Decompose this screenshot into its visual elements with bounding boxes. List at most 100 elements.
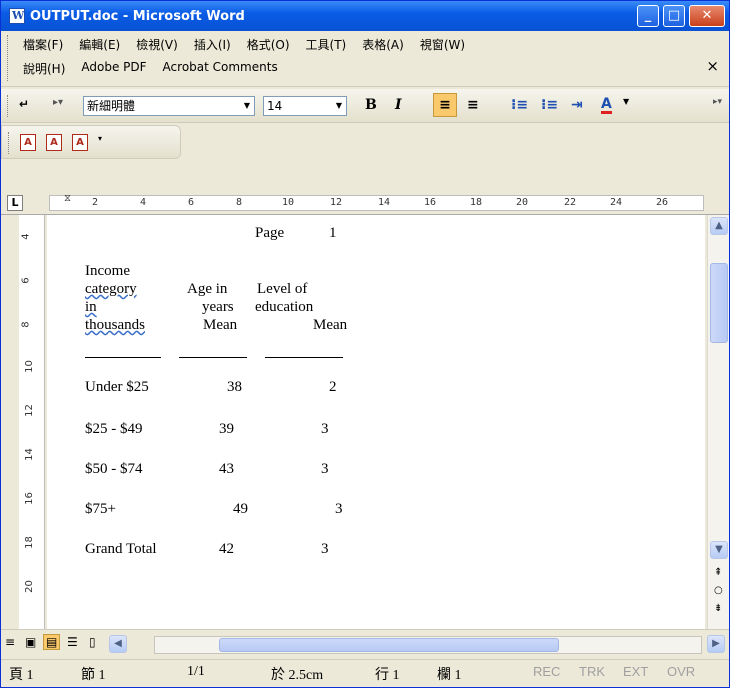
horizontal-scrollbar[interactable] xyxy=(154,636,702,654)
row-edu-mean: 2 xyxy=(329,379,337,395)
ruler-tick: 8 xyxy=(236,197,243,208)
font-size-select[interactable]: 14 ▼ xyxy=(263,96,347,116)
menu-edit[interactable]: 編輯(E) xyxy=(79,36,120,53)
view-bar: ≡ ▣ ▤ ☰ ▯ ◀ ▶ xyxy=(1,629,729,657)
toolbar-grip[interactable] xyxy=(7,95,10,117)
pdf-toolbar: A A A ▾ xyxy=(1,125,181,159)
education-header-line: Mean xyxy=(313,317,348,333)
maximize-button[interactable]: □ xyxy=(663,5,685,27)
row-age-mean: 49 xyxy=(233,501,248,517)
minimize-button[interactable]: _ xyxy=(637,5,659,27)
scroll-down-icon[interactable]: ▼ xyxy=(710,541,728,559)
page-label: Page xyxy=(255,225,285,241)
toolbar-options-icon[interactable]: ▸▾ xyxy=(53,97,63,108)
menu-file[interactable]: 檔案(F) xyxy=(23,36,63,53)
next-page-icon[interactable]: ⇟ xyxy=(714,603,722,614)
status-ext[interactable]: EXT xyxy=(623,664,648,679)
chevron-down-icon[interactable]: ▼ xyxy=(623,97,629,106)
menu-insert[interactable]: 插入(I) xyxy=(194,36,231,53)
toolbar-grip[interactable] xyxy=(8,132,11,154)
ruler-tick: 6 xyxy=(20,277,32,284)
education-header-line: education xyxy=(255,299,314,315)
chevron-down-icon[interactable]: ▼ xyxy=(240,97,254,115)
menu-acrobat-comments[interactable]: Acrobat Comments xyxy=(163,60,278,77)
ruler-track[interactable]: ⧖ 2 4 6 8 10 12 14 16 18 20 22 24 26 xyxy=(49,193,704,211)
indent-icon[interactable]: ⇥ xyxy=(571,97,583,113)
status-ovr[interactable]: OVR xyxy=(667,664,695,679)
convert-and-email-icon[interactable]: A xyxy=(46,134,62,151)
status-page: 頁 1 xyxy=(9,668,34,683)
ruler-tick: 12 xyxy=(330,197,343,208)
close-button[interactable]: ✕ xyxy=(689,5,725,27)
scroll-up-icon[interactable]: ▲ xyxy=(710,217,728,235)
select-browse-object-icon[interactable]: ○ xyxy=(714,585,723,596)
normal-view-icon[interactable]: ≡ xyxy=(5,635,15,649)
ruler-tick: 16 xyxy=(23,492,35,505)
income-header-line: Income xyxy=(85,263,130,279)
align-left-button[interactable]: ≡ xyxy=(433,93,457,117)
indent-marker-icon[interactable]: ⧖ xyxy=(64,193,71,204)
ruler-tick: 12 xyxy=(23,404,35,417)
menu-bar: 檔案(F) 編輯(E) 檢視(V) 插入(I) 格式(O) 工具(T) 表格(A… xyxy=(1,31,729,87)
bold-button[interactable]: B xyxy=(365,97,377,113)
ruler-tick: 2 xyxy=(92,197,99,208)
word-doc-icon[interactable] xyxy=(9,8,25,24)
status-bar: 頁 1 節 1 1/1 於 2.5cm 行 1 欄 1 REC TRK EXT … xyxy=(1,659,729,687)
menu-format[interactable]: 格式(O) xyxy=(247,36,290,53)
toolbar-options-icon[interactable]: ▸▾ xyxy=(713,97,722,107)
page-number: 1 xyxy=(329,225,337,241)
tab-stop-selector[interactable]: L xyxy=(7,195,23,211)
convert-and-review-icon[interactable]: A xyxy=(72,134,88,151)
title-bar[interactable]: OUTPUT.doc - Microsoft Word _ □ ✕ xyxy=(1,1,729,31)
outline-view-icon[interactable]: ☰ xyxy=(67,635,78,649)
education-header-line: Level of xyxy=(257,281,308,297)
scroll-thumb[interactable] xyxy=(710,263,728,343)
font-name-select[interactable]: 新細明體 ▼ xyxy=(83,96,255,116)
ruler-tick: 14 xyxy=(23,448,35,461)
horizontal-scroll-thumb[interactable] xyxy=(219,638,559,652)
menu-grip[interactable] xyxy=(7,35,10,81)
italic-button[interactable]: I xyxy=(395,97,402,113)
reading-layout-icon[interactable]: ▯ xyxy=(89,635,96,649)
previous-page-icon[interactable]: ⇞ xyxy=(714,567,722,578)
ruler-tick: 8 xyxy=(20,321,32,328)
document-page[interactable]: Page 1 Income category in thousands Age … xyxy=(47,215,705,629)
row-category: $25 - $49 xyxy=(85,421,143,437)
status-section: 節 1 xyxy=(81,668,106,683)
close-document-icon[interactable]: × xyxy=(706,57,719,75)
font-size-value: 14 xyxy=(267,99,283,113)
chevron-down-icon[interactable]: ▾ xyxy=(98,134,102,143)
row-edu-mean: 3 xyxy=(321,421,329,437)
web-layout-icon[interactable]: ▣ xyxy=(25,635,36,649)
styles-icon[interactable]: ↵ xyxy=(19,97,29,111)
font-color-icon[interactable]: A xyxy=(601,97,612,114)
chevron-down-icon[interactable]: ▼ xyxy=(332,97,346,115)
convert-to-pdf-icon[interactable]: A xyxy=(20,134,36,151)
vertical-scrollbar[interactable]: ▲ ▼ ⇞ ○ ⇟ xyxy=(707,215,729,629)
numbering-icon[interactable]: ⁝≡ xyxy=(511,97,528,113)
header-rule xyxy=(179,357,247,358)
menu-tools[interactable]: 工具(T) xyxy=(306,36,347,53)
menu-row-2: 說明(H) Adobe PDF Acrobat Comments xyxy=(23,60,278,77)
bullets-icon[interactable]: ⁝≡ xyxy=(541,97,558,113)
status-column: 欄 1 xyxy=(437,668,462,683)
row-age-mean: 38 xyxy=(227,379,242,395)
scroll-right-icon[interactable]: ▶ xyxy=(707,635,725,653)
menu-table[interactable]: 表格(A) xyxy=(362,36,404,53)
menu-adobe-pdf[interactable]: Adobe PDF xyxy=(81,60,146,77)
menu-help[interactable]: 說明(H) xyxy=(23,60,65,77)
print-layout-icon[interactable]: ▤ xyxy=(43,634,61,650)
menu-window[interactable]: 視窗(W) xyxy=(420,36,465,53)
status-rec[interactable]: REC xyxy=(533,664,560,679)
age-header-line: years xyxy=(202,299,234,315)
row-age-mean: 42 xyxy=(219,541,234,557)
align-center-button[interactable]: ≡ xyxy=(467,97,479,113)
word-window: OUTPUT.doc - Microsoft Word _ □ ✕ 檔案(F) … xyxy=(0,0,730,688)
status-trk[interactable]: TRK xyxy=(579,664,605,679)
row-age-mean: 43 xyxy=(219,461,234,477)
menu-view[interactable]: 檢視(V) xyxy=(136,36,178,53)
row-edu-mean: 3 xyxy=(321,541,329,557)
row-edu-mean: 3 xyxy=(335,501,343,517)
row-category: $50 - $74 xyxy=(85,461,143,477)
scroll-left-icon[interactable]: ◀ xyxy=(109,635,127,653)
